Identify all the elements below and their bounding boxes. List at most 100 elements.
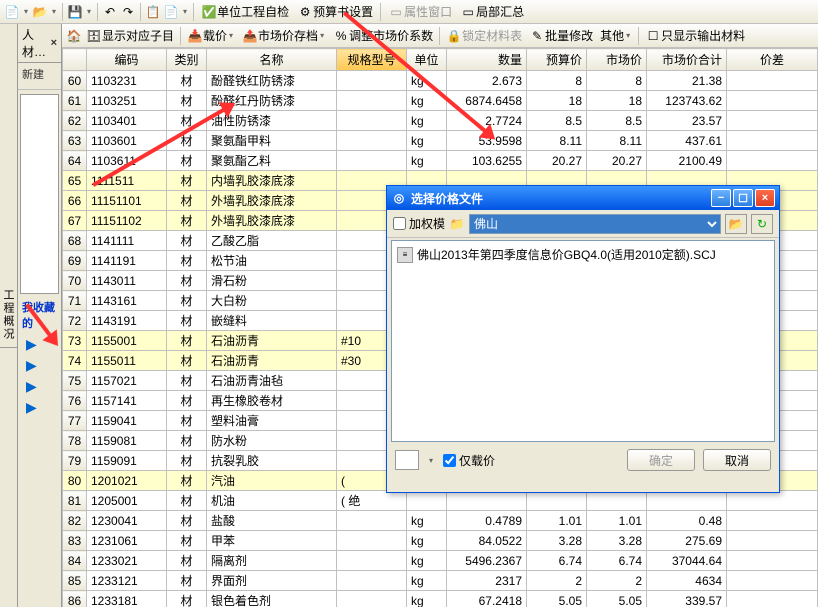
total-cell[interactable]: 339.57 (647, 591, 727, 607)
price-cell[interactable]: 20.27 (527, 151, 587, 171)
new-item[interactable]: 新建 (18, 63, 61, 85)
table-row[interactable]: 84 1233021 材 隔离剂 kg 5496.2367 6.74 6.74 … (63, 551, 818, 571)
total-cell[interactable]: 23.57 (647, 111, 727, 131)
code-cell[interactable]: 1143191 (87, 311, 167, 331)
maximize-button[interactable]: ☐ (733, 189, 753, 207)
mprice-cell[interactable]: 5.05 (587, 591, 647, 607)
qty-cell[interactable]: 0.4789 (447, 511, 527, 531)
dprice-cell[interactable] (727, 551, 818, 571)
adjust-coeff-button[interactable]: %调整市场价系数 (330, 26, 436, 45)
save-price-button[interactable]: 📤市场价存档▾ (239, 26, 329, 45)
total-cell[interactable]: 21.38 (647, 71, 727, 91)
dropdown-arrow-icon[interactable]: ▾ (85, 7, 93, 16)
mprice-cell[interactable]: 8.5 (587, 111, 647, 131)
home-icon[interactable]: 🏠 (66, 28, 82, 44)
type-cell[interactable]: 材 (167, 91, 207, 111)
load-price-button[interactable]: 📥载价▾ (184, 26, 238, 45)
dialog-titlebar[interactable]: ◎ 选择价格文件 − ☐ × (387, 186, 779, 210)
name-cell[interactable]: 防水粉 (207, 431, 337, 451)
dprice-cell[interactable] (727, 491, 818, 511)
code-cell[interactable]: 1233181 (87, 591, 167, 607)
name-header[interactable]: 名称 (207, 49, 337, 71)
name-cell[interactable]: 界面剂 (207, 571, 337, 591)
price-cell[interactable]: 1.01 (527, 511, 587, 531)
code-cell[interactable]: 1201021 (87, 471, 167, 491)
name-cell[interactable]: 石油沥青 (207, 351, 337, 371)
qty-cell[interactable]: 2317 (447, 571, 527, 591)
name-cell[interactable]: 油性防锈漆 (207, 111, 337, 131)
name-cell[interactable]: 内墙乳胶漆底漆 (207, 171, 337, 191)
name-cell[interactable]: 汽油 (207, 471, 337, 491)
code-cell[interactable]: 1231061 (87, 531, 167, 551)
code-cell[interactable]: 1155001 (87, 331, 167, 351)
unit-cell[interactable]: kg (407, 531, 447, 551)
show-children-button[interactable]: 🗄显示对应子目 (83, 26, 177, 45)
type-cell[interactable]: 材 (167, 571, 207, 591)
location-combo[interactable]: 佛山 (469, 214, 721, 234)
total-cell[interactable]: 2100.49 (647, 151, 727, 171)
unit-header[interactable]: 单位 (407, 49, 447, 71)
table-row[interactable]: 83 1231061 材 甲苯 kg 84.0522 3.28 3.28 275… (63, 531, 818, 551)
dropdown-arrow-icon[interactable]: ▾ (427, 456, 435, 465)
spec-cell[interactable]: ( 绝 (337, 491, 407, 511)
table-row[interactable]: 61 1103251 材 酚醛红丹防锈漆 kg 6874.6458 18 18 … (63, 91, 818, 111)
price-cell[interactable]: 2 (527, 571, 587, 591)
code-cell[interactable]: 1155011 (87, 351, 167, 371)
price-cell[interactable]: 5.05 (527, 591, 587, 607)
minimize-button[interactable]: − (711, 189, 731, 207)
spec-cell[interactable] (337, 591, 407, 607)
code-cell[interactable]: 1103251 (87, 91, 167, 111)
spec-cell[interactable] (337, 551, 407, 571)
type-cell[interactable]: 材 (167, 551, 207, 571)
qty-cell[interactable]: 67.2418 (447, 591, 527, 607)
total-cell[interactable]: 37044.64 (647, 551, 727, 571)
table-row[interactable]: 63 1103601 材 聚氨酯甲料 kg 53.9598 8.11 8.11 … (63, 131, 818, 151)
redo-icon[interactable]: ↷ (120, 4, 136, 20)
dprice-cell[interactable] (727, 591, 818, 607)
dprice-cell[interactable] (727, 71, 818, 91)
name-cell[interactable]: 滑石粉 (207, 271, 337, 291)
spec-cell[interactable] (337, 511, 407, 531)
spec-header[interactable]: 规格型号 (337, 49, 407, 71)
up-folder-button[interactable]: 📂 (725, 214, 747, 234)
unit-cell[interactable]: kg (407, 551, 447, 571)
name-cell[interactable]: 甲苯 (207, 531, 337, 551)
price-cell[interactable]: 6.74 (527, 551, 587, 571)
preview-button[interactable] (395, 450, 419, 470)
type-cell[interactable]: 材 (167, 231, 207, 251)
other-button[interactable]: 其他▾ (597, 26, 635, 45)
type-cell[interactable]: 材 (167, 111, 207, 131)
mprice-header[interactable]: 市场价 (587, 49, 647, 71)
name-cell[interactable]: 酚醛铁红防锈漆 (207, 71, 337, 91)
right-arrow-icon[interactable]: ▶ (18, 397, 61, 418)
price-cell[interactable]: 18 (527, 91, 587, 111)
dropdown-arrow-icon[interactable]: ▾ (22, 7, 30, 16)
unit-cell[interactable]: kg (407, 71, 447, 91)
name-cell[interactable]: 塑料油膏 (207, 411, 337, 431)
name-cell[interactable]: 再生橡胶卷材 (207, 391, 337, 411)
type-cell[interactable]: 材 (167, 131, 207, 151)
dprice-cell[interactable] (727, 151, 818, 171)
qty-cell[interactable]: 5496.2367 (447, 551, 527, 571)
table-row[interactable]: 64 1103611 材 聚氨酯乙料 kg 103.6255 20.27 20.… (63, 151, 818, 171)
price-cell[interactable]: 8 (527, 71, 587, 91)
price-cell[interactable]: 8.5 (527, 111, 587, 131)
load-price-only-checkbox[interactable]: 仅载价 (443, 452, 495, 469)
total-header[interactable]: 市场价合计 (647, 49, 727, 71)
code-cell[interactable]: 1157141 (87, 391, 167, 411)
qty-cell[interactable] (447, 491, 527, 511)
output-only-checkbox[interactable]: ☐只显示输出材料 (642, 26, 748, 45)
name-cell[interactable]: 外墙乳胶漆底漆 (207, 191, 337, 211)
open-icon[interactable]: 📂 (32, 4, 48, 20)
spec-cell[interactable] (337, 151, 407, 171)
partial-summary-button[interactable]: ▭局部汇总 (457, 2, 527, 21)
type-cell[interactable]: 材 (167, 511, 207, 531)
close-button[interactable]: × (755, 189, 775, 207)
code-cell[interactable]: 1143161 (87, 291, 167, 311)
type-cell[interactable]: 材 (167, 451, 207, 471)
mprice-cell[interactable]: 3.28 (587, 531, 647, 551)
spec-cell[interactable] (337, 531, 407, 551)
total-cell[interactable] (647, 491, 727, 511)
total-cell[interactable]: 437.61 (647, 131, 727, 151)
name-cell[interactable]: 乙酸乙脂 (207, 231, 337, 251)
